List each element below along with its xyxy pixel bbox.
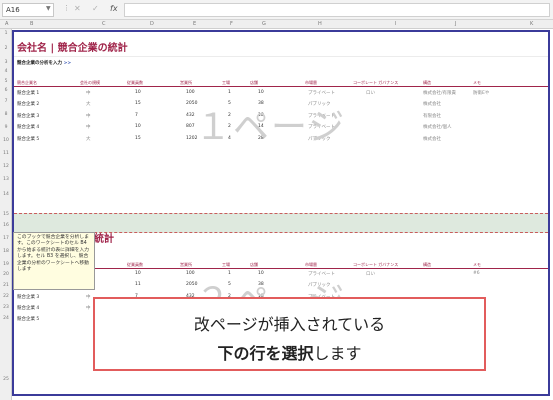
table-cell[interactable]: 11: [135, 282, 141, 287]
table-cell[interactable]: 有限会社: [423, 113, 441, 119]
row-header[interactable]: 15: [0, 212, 12, 217]
row-header[interactable]: 22: [0, 294, 12, 299]
subtitle-link[interactable]: >>: [64, 61, 72, 66]
table-cell[interactable]: ロい: [366, 271, 375, 277]
table-cell[interactable]: 中: [86, 113, 91, 119]
row-header[interactable]: 3: [0, 60, 12, 65]
table-cell[interactable]: 100: [186, 90, 195, 95]
row-header[interactable]: 10: [0, 138, 12, 143]
column-header-c[interactable]: C: [102, 21, 106, 27]
table-cell[interactable]: 競合企業 5: [17, 136, 39, 142]
column-header-h[interactable]: H: [318, 21, 322, 27]
table-cell[interactable]: 競合企業 5: [17, 316, 39, 322]
row-header[interactable]: 19: [0, 262, 12, 267]
row-header[interactable]: 24: [0, 316, 12, 321]
table-cell[interactable]: 競合企業 1: [17, 90, 39, 96]
table-cell[interactable]: 競合企業 4: [17, 124, 39, 130]
column-header-g[interactable]: G: [262, 21, 266, 27]
column-header-bar: A B C D E F G H I J K: [0, 20, 553, 29]
row-header[interactable]: 18: [0, 249, 12, 254]
column-header-e[interactable]: E: [193, 21, 196, 27]
table-cell[interactable]: 10: [135, 124, 141, 129]
spreadsheet-window: A16 ▼ ⋮ ✕ ✓ fx A B C D E F G H I J K 1 2…: [0, 0, 553, 400]
row-header[interactable]: 9: [0, 125, 12, 130]
table-cell[interactable]: 10: [135, 90, 141, 95]
table-cell[interactable]: 競合企業 3: [17, 113, 39, 119]
cell-comment-tooltip: このブックで競合企業を分析します。このワークシートのセル B4 から始まる統計の…: [13, 232, 95, 290]
insert-function-button[interactable]: fx: [110, 4, 118, 13]
table-cell[interactable]: プライベート: [308, 90, 335, 96]
row-header[interactable]: 2: [0, 46, 12, 51]
chevron-down-icon[interactable]: ▼: [46, 5, 51, 12]
table-cell[interactable]: 株式会社: [423, 136, 441, 142]
formula-input[interactable]: [124, 3, 550, 17]
callout-emphasis: 下の行を選択: [217, 344, 314, 363]
table-cell[interactable]: 432: [186, 113, 195, 118]
table-cell[interactable]: 競合企業 4: [17, 305, 39, 311]
table-cell[interactable]: 株式会社/有限責: [423, 90, 456, 96]
row-header[interactable]: 11: [0, 151, 12, 156]
row-header[interactable]: 6: [0, 88, 12, 93]
row-header[interactable]: 1: [0, 31, 12, 36]
table-cell[interactable]: 株式会社: [423, 101, 441, 107]
cancel-icon[interactable]: ✕: [74, 4, 81, 13]
column-header-a[interactable]: A: [5, 21, 8, 27]
sheet-title[interactable]: 会社名 | 競合企業の統計: [17, 39, 128, 54]
table-cell[interactable]: 中: [86, 90, 91, 96]
column-header-b[interactable]: B: [30, 21, 33, 27]
table-cell[interactable]: 1: [228, 90, 231, 95]
instruction-callout: 改ページが挿入されている 下の行を選択します: [93, 297, 486, 371]
column-header-d[interactable]: D: [150, 21, 154, 27]
enter-icon[interactable]: ✓: [92, 4, 99, 13]
table-cell[interactable]: 807: [186, 124, 195, 129]
table-cell[interactable]: 15: [135, 136, 141, 141]
table-cell[interactable]: 競合企業 2: [17, 101, 39, 107]
table-cell[interactable]: 10: [135, 271, 141, 276]
column-header-k[interactable]: K: [530, 21, 533, 27]
row-header[interactable]: 12: [0, 164, 12, 169]
row-header-bar: 1 2 3 4 5 6 7 8 9 10 11 12 13 14 15 16 1…: [0, 29, 12, 400]
row-header[interactable]: 25: [0, 377, 12, 382]
table-cell[interactable]: 10: [258, 90, 264, 95]
table-cell[interactable]: 15: [135, 101, 141, 106]
more-options-icon: ⋮: [63, 4, 70, 12]
row-header[interactable]: 17: [0, 236, 12, 241]
table-cell[interactable]: 株式会社/個人: [423, 124, 452, 130]
page-number-watermark: １ページ: [195, 107, 347, 148]
table-header-rule: [14, 86, 548, 87]
row-header[interactable]: 5: [0, 79, 12, 84]
table-cell[interactable]: 7: [135, 113, 138, 118]
column-header-f[interactable]: F: [230, 21, 233, 27]
callout-line-2-rest: します: [313, 344, 362, 363]
sheet-subtitle[interactable]: 競合企業の分析を入力 >>: [17, 60, 71, 66]
row-header[interactable]: 13: [0, 177, 12, 182]
column-header-j[interactable]: J: [455, 21, 456, 27]
table-cell[interactable]: 中: [86, 294, 91, 300]
table-cell[interactable]: 中: [86, 305, 91, 311]
table-cell[interactable]: 防衛Eや: [473, 90, 489, 96]
column-header-i[interactable]: I: [395, 21, 396, 27]
row-header[interactable]: 16: [0, 223, 12, 228]
table-cell[interactable]: 中: [86, 124, 91, 130]
callout-line-2: 下の行を選択します: [95, 340, 484, 364]
row-header[interactable]: 4: [0, 69, 12, 74]
formula-bar: A16 ▼ ⋮ ✕ ✓ fx: [0, 0, 553, 20]
table-cell[interactable]: 競合企業 3: [17, 294, 39, 300]
callout-line-1: 改ページが挿入されている: [193, 315, 386, 334]
row-header[interactable]: 23: [0, 305, 12, 310]
row-header[interactable]: 20: [0, 272, 12, 277]
table-cell[interactable]: #6: [473, 271, 480, 276]
table-cell[interactable]: 大: [86, 101, 91, 107]
table-cell[interactable]: 大: [86, 136, 91, 142]
subtitle-text: 競合企業の分析を入力: [17, 61, 62, 66]
row-header[interactable]: 8: [0, 112, 12, 117]
row-header[interactable]: 21: [0, 283, 12, 288]
row-header[interactable]: 7: [0, 99, 12, 104]
table-cell[interactable]: ロい: [366, 90, 375, 96]
table-cell[interactable]: 100: [186, 271, 195, 276]
row-header[interactable]: 14: [0, 192, 12, 197]
